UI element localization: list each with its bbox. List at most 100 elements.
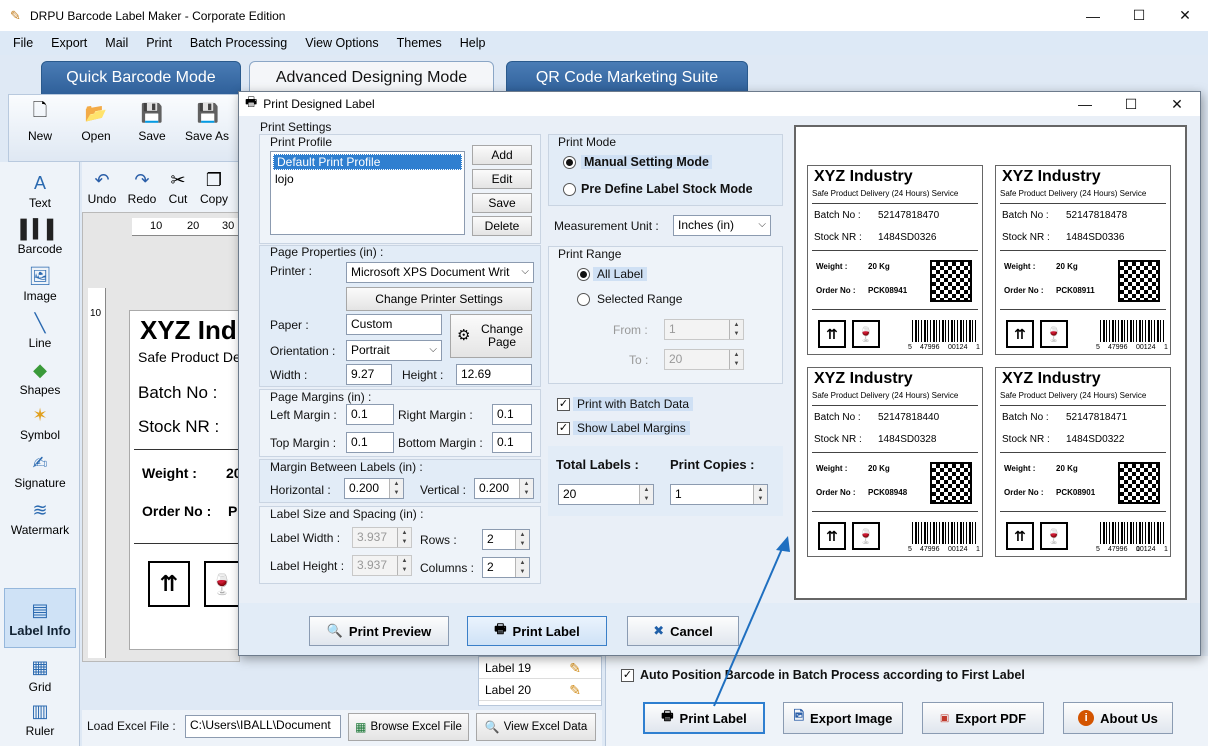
range-from-stepper[interactable]: 1 ▲ ▼ xyxy=(664,319,744,340)
range-to-stepper[interactable]: 20 ▲ ▼ xyxy=(664,349,744,370)
canvas-weight-label[interactable]: Weight : xyxy=(142,465,197,481)
open-button[interactable]: 📂 Open xyxy=(71,101,121,144)
tool-grid[interactable]: ▦ Grid xyxy=(4,654,76,700)
total-labels-stepper[interactable]: 20 ▲ ▼ xyxy=(558,484,654,505)
label-width-stepper[interactable]: 3.937 ▲ ▼ xyxy=(352,527,412,548)
bottom-margin-field[interactable]: 0.1 xyxy=(492,432,532,453)
undo-button[interactable]: ↶ Undo xyxy=(84,168,120,207)
spin-arrows-icon[interactable]: ▲ ▼ xyxy=(729,350,743,369)
print-preview-button[interactable]: 🔍 Print Preview xyxy=(309,616,449,646)
save-button[interactable]: 💾 Save xyxy=(127,101,177,144)
menu-batch-processing[interactable]: Batch Processing xyxy=(181,36,296,50)
tool-watermark[interactable]: ≋ Watermark xyxy=(4,497,76,543)
spin-arrows-icon[interactable]: ▲ ▼ xyxy=(389,479,403,498)
show-margins-label[interactable]: Show Label Margins xyxy=(573,421,690,435)
export-pdf-button[interactable]: ▣ Export PDF xyxy=(922,702,1044,734)
about-us-button[interactable]: i About Us xyxy=(1063,702,1173,734)
tool-label-info[interactable]: ▤ Label Info xyxy=(4,588,76,648)
print-batch-checkbox[interactable]: ✓ xyxy=(557,398,570,411)
spin-arrows-icon[interactable]: ▲ ▼ xyxy=(639,485,653,504)
dialog-minimize-button[interactable]: — xyxy=(1062,92,1108,116)
show-margins-checkbox[interactable]: ✓ xyxy=(557,422,570,435)
tool-ruler[interactable]: ▥ Ruler xyxy=(4,698,76,744)
fragile-glass-icon[interactable]: 🍷 xyxy=(204,561,239,607)
canvas-order-label[interactable]: Order No : xyxy=(142,503,211,519)
cut-button[interactable]: ✂ Cut xyxy=(162,168,194,207)
tool-line[interactable]: ╲ Line xyxy=(4,310,76,356)
tool-barcode[interactable]: ▌▍▌ Barcode xyxy=(4,216,76,262)
copy-button[interactable]: ❐ Copy xyxy=(196,168,232,207)
add-profile-button[interactable]: Add xyxy=(472,145,532,165)
label-canvas[interactable]: XYZ Ind Safe Product De Batch No : Stock… xyxy=(129,310,240,650)
menu-themes[interactable]: Themes xyxy=(388,36,451,50)
spin-arrows-icon[interactable]: ▲ ▼ xyxy=(397,528,411,547)
measurement-unit-select[interactable]: Inches (in) ⌵ xyxy=(673,215,771,236)
left-margin-field[interactable]: 0.1 xyxy=(346,404,394,425)
redo-button[interactable]: ↷ Redo xyxy=(124,168,160,207)
selected-range-radio[interactable] xyxy=(577,293,590,306)
horizontal-spacing-stepper[interactable]: 0.200 ▲ ▼ xyxy=(344,478,404,499)
minimize-button[interactable]: — xyxy=(1070,0,1116,31)
menu-help[interactable]: Help xyxy=(451,36,495,50)
tool-signature[interactable]: ✍ Signature xyxy=(4,450,76,496)
predefine-mode-label[interactable]: Pre Define Label Stock Mode xyxy=(581,182,753,196)
spin-arrows-icon[interactable]: ▲ ▼ xyxy=(515,558,529,577)
canvas-subtitle[interactable]: Safe Product De xyxy=(138,349,239,365)
menu-print[interactable]: Print xyxy=(137,36,181,50)
print-label-button[interactable]: 🖶 Print Label xyxy=(467,616,607,646)
columns-stepper[interactable]: 2 ▲ ▼ xyxy=(482,557,530,578)
canvas-order-value[interactable]: P xyxy=(228,503,237,519)
spin-arrows-icon[interactable]: ▲ ▼ xyxy=(397,556,411,575)
manual-mode-label[interactable]: Manual Setting Mode xyxy=(581,155,712,169)
printer-select[interactable]: Microsoft XPS Document Writ ⌵ xyxy=(346,262,534,283)
top-margin-field[interactable]: 0.1 xyxy=(346,432,394,453)
spin-arrows-icon[interactable]: ▲ ▼ xyxy=(753,485,767,504)
all-label-radio[interactable] xyxy=(577,268,590,281)
menu-export[interactable]: Export xyxy=(42,36,96,50)
tab-qr-code-marketing-suite[interactable]: QR Code Marketing Suite xyxy=(506,61,748,95)
spin-arrows-icon[interactable]: ▲ ▼ xyxy=(519,479,533,498)
list-item[interactable]: Label 20 ✎ xyxy=(479,679,601,701)
print-copies-stepper[interactable]: 1 ▲ ▼ xyxy=(670,484,768,505)
menu-file[interactable]: File xyxy=(4,36,42,50)
profile-list[interactable]: Default Print Profile lojo xyxy=(270,151,465,235)
menu-mail[interactable]: Mail xyxy=(96,36,137,50)
pencil-edit-icon[interactable]: ✎ xyxy=(569,660,581,677)
list-item[interactable]: lojo xyxy=(271,172,464,186)
delete-profile-button[interactable]: Delete xyxy=(472,216,532,236)
auto-position-checkbox[interactable]: ✓ xyxy=(621,669,634,682)
canvas-title[interactable]: XYZ Ind xyxy=(140,315,237,346)
print-batch-label[interactable]: Print with Batch Data xyxy=(573,397,694,411)
list-item[interactable]: Label 19 ✎ xyxy=(479,657,601,679)
view-excel-button[interactable]: 🔍 View Excel Data xyxy=(476,713,596,741)
new-button[interactable]: 🗋 New xyxy=(15,100,65,143)
spin-arrows-icon[interactable]: ▲ ▼ xyxy=(515,530,529,549)
tool-shapes[interactable]: ◆ Shapes xyxy=(4,357,76,403)
change-page-button[interactable]: ⚙ Change Page xyxy=(450,314,532,358)
tool-symbol[interactable]: ✶ Symbol xyxy=(4,402,76,448)
maximize-button[interactable]: ☐ xyxy=(1116,0,1162,31)
right-margin-field[interactable]: 0.1 xyxy=(492,404,532,425)
this-way-up-icon[interactable]: ⇈ xyxy=(148,561,190,607)
selected-range-option[interactable]: Selected Range xyxy=(597,292,682,306)
paper-field[interactable]: Custom xyxy=(346,314,442,335)
excel-path-field[interactable]: C:\Users\IBALL\Document xyxy=(185,715,341,738)
menu-view-options[interactable]: View Options xyxy=(296,36,387,50)
save-as-button[interactable]: 💾 Save As xyxy=(185,101,245,144)
browse-excel-button[interactable]: ▦ Browse Excel File xyxy=(348,713,469,741)
export-image-button[interactable]: 🖻 Export Image xyxy=(783,702,903,734)
save-profile-button[interactable]: Save xyxy=(472,193,532,213)
canvas-stock-label[interactable]: Stock NR : xyxy=(138,417,219,437)
tab-quick-barcode-mode[interactable]: Quick Barcode Mode xyxy=(41,61,241,95)
edit-profile-button[interactable]: Edit xyxy=(472,169,532,189)
close-button[interactable]: ✕ xyxy=(1162,0,1208,31)
rows-stepper[interactable]: 2 ▲ ▼ xyxy=(482,529,530,550)
orientation-select[interactable]: Portrait ⌵ xyxy=(346,340,442,361)
dialog-close-button[interactable]: ✕ xyxy=(1154,92,1200,116)
dialog-maximize-button[interactable]: ☐ xyxy=(1108,92,1154,116)
manual-mode-radio[interactable] xyxy=(563,156,576,169)
all-label-option[interactable]: All Label xyxy=(593,267,648,281)
tab-advanced-designing-mode[interactable]: Advanced Designing Mode xyxy=(249,61,494,95)
pencil-edit-icon[interactable]: ✎ xyxy=(569,682,581,699)
tool-image[interactable]: 🖼 Image xyxy=(4,263,76,309)
